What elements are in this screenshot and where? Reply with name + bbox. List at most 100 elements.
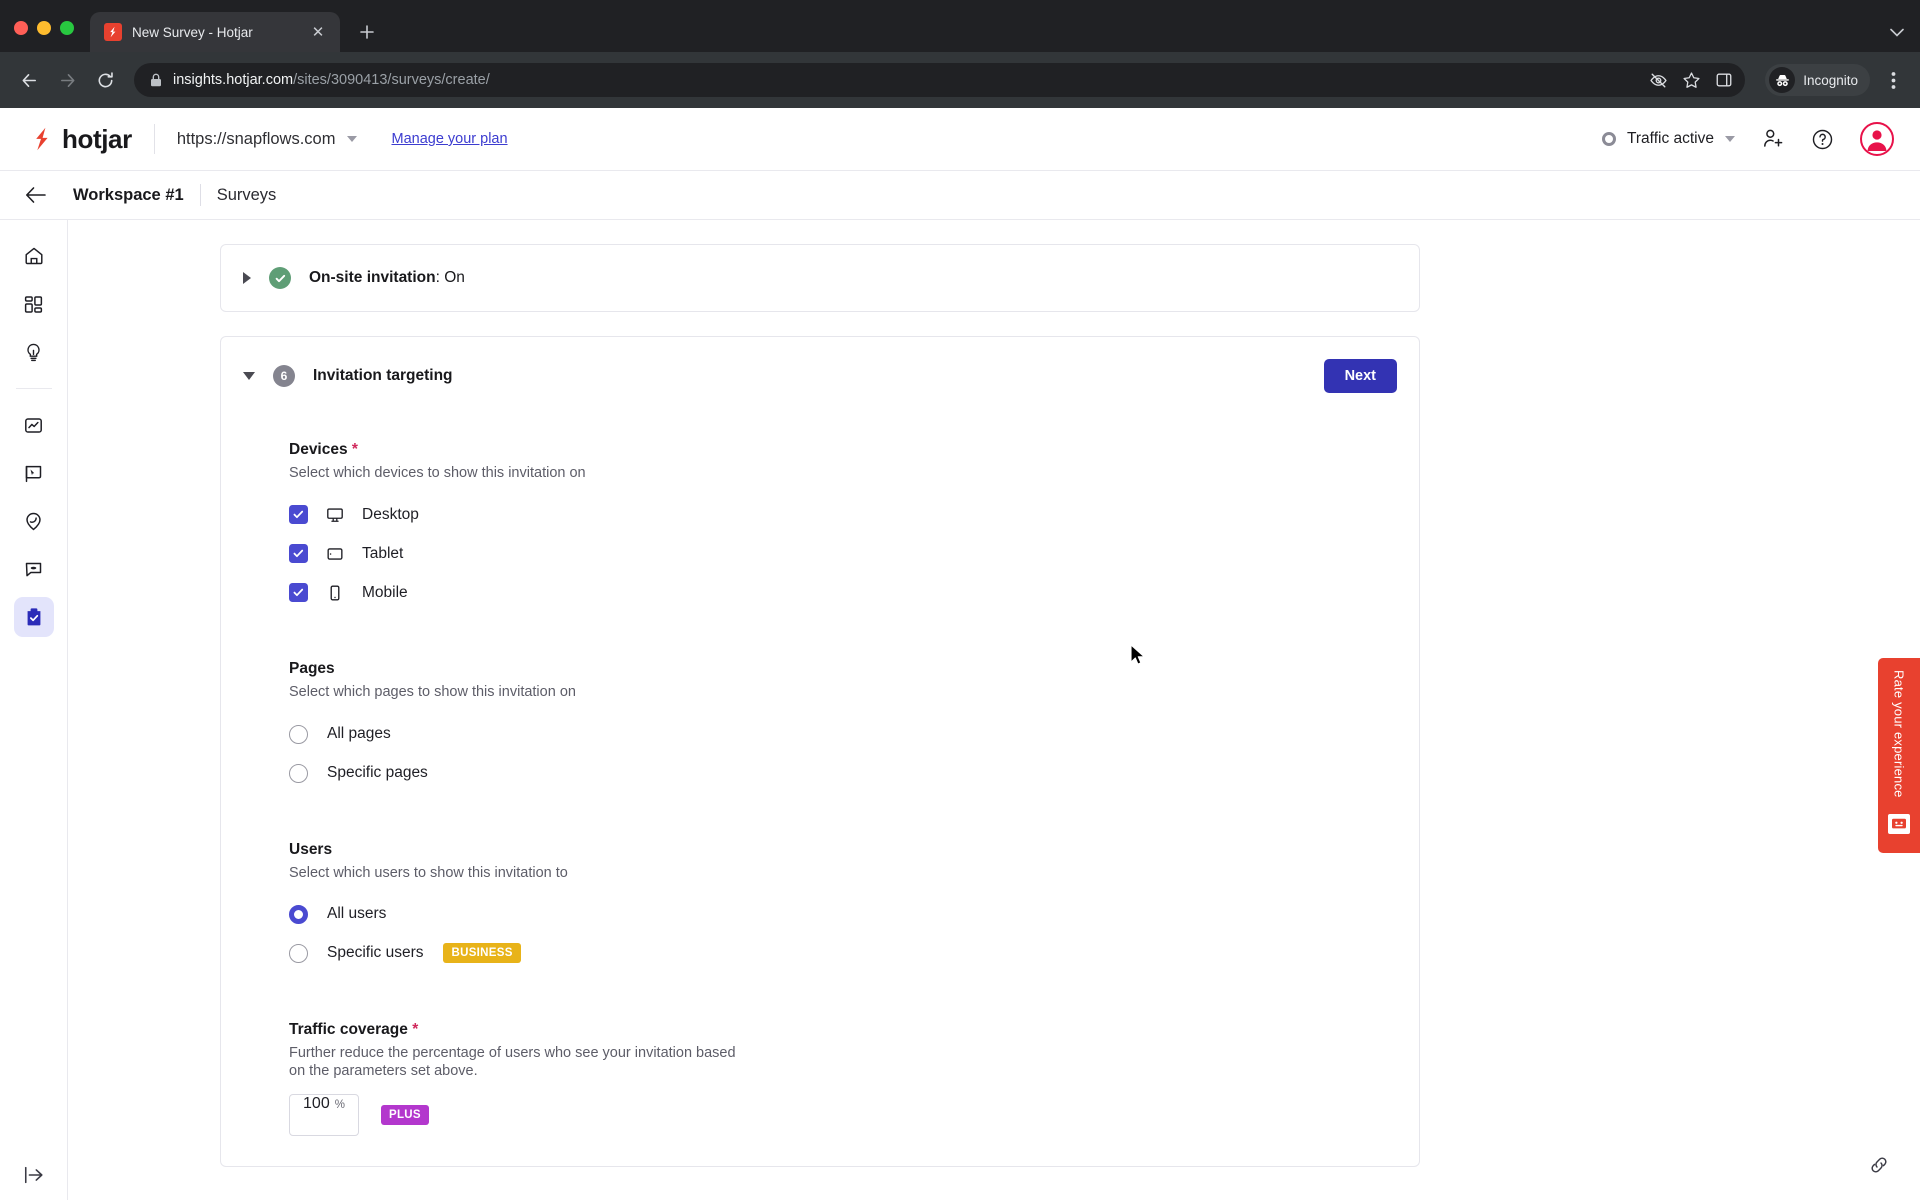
rate-experience-label: Rate your experience — [1891, 670, 1907, 798]
checkbox-row-mobile[interactable]: Mobile — [289, 573, 1397, 612]
lock-icon — [150, 73, 162, 87]
next-button[interactable]: Next — [1323, 359, 1397, 393]
eye-crossed-icon[interactable] — [1649, 71, 1668, 90]
sidebar-item-insights[interactable] — [14, 332, 54, 372]
sidebar-item-dashboard[interactable] — [14, 284, 54, 324]
check-circle-icon — [269, 267, 291, 289]
card-onsite-header[interactable]: On-site invitation: On — [221, 245, 1419, 311]
percent-sign: % — [334, 1099, 345, 1112]
traffic-coverage-controls: 100 % PLUS — [289, 1094, 1397, 1137]
checkbox-label-tablet: Tablet — [362, 544, 404, 562]
kebab-menu-icon[interactable] — [1878, 63, 1908, 97]
traffic-status-label: Traffic active — [1627, 130, 1714, 147]
card-targeting-header[interactable]: 6 Invitation targeting Next — [221, 337, 1419, 415]
radio-all-users[interactable] — [289, 904, 308, 924]
sidebar-item-home[interactable] — [14, 236, 54, 276]
browser-tabstrip: New Survey - Hotjar ✕ — [0, 0, 1920, 52]
checkbox-desktop[interactable] — [289, 505, 308, 525]
checkbox-row-tablet[interactable]: Tablet — [289, 534, 1397, 573]
mobile-icon — [325, 584, 345, 602]
chevron-down-icon — [347, 136, 358, 142]
checkbox-row-desktop[interactable]: Desktop — [289, 495, 1397, 534]
url-path: /sites/3090413/surveys/create/ — [293, 72, 490, 88]
card-onsite-title-bold: On-site invitation — [309, 269, 436, 286]
checkbox-mobile[interactable] — [289, 583, 308, 603]
radio-all-pages[interactable] — [289, 724, 308, 744]
users-hint: Select which users to show this invitati… — [289, 864, 568, 881]
profile-label: Incognito — [1803, 72, 1858, 88]
breadcrumb: Workspace #1 Surveys — [0, 171, 1920, 220]
users-label: Users — [289, 840, 333, 858]
traffic-coverage-input[interactable]: 100 % — [289, 1094, 359, 1137]
chevron-down-icon — [1725, 136, 1735, 142]
profile-incognito-button[interactable]: Incognito — [1765, 64, 1870, 96]
pages-label: Pages — [289, 660, 335, 678]
field-pages: Pages Select which pages to show this in… — [289, 660, 1397, 792]
traffic-coverage-label-text: Traffic coverage — [289, 1020, 408, 1038]
window-close-button[interactable] — [14, 21, 28, 35]
radio-row-specific-users[interactable]: Specific users BUSINESS — [289, 934, 1397, 973]
reload-icon[interactable] — [88, 63, 122, 97]
traffic-coverage-label: Traffic coverage * — [289, 1021, 1397, 1039]
radio-row-all-users[interactable]: All users — [289, 895, 1397, 934]
breadcrumb-workspace[interactable]: Workspace #1 — [73, 186, 184, 205]
browser-tab[interactable]: New Survey - Hotjar ✕ — [90, 12, 340, 52]
card-onsite-invitation: On-site invitation: On — [220, 244, 1420, 312]
radio-label-specific-pages: Specific pages — [327, 764, 428, 782]
side-panel-icon[interactable] — [1715, 71, 1733, 89]
window-maximize-button[interactable] — [60, 21, 74, 35]
app-header: hotjar https://snapflows.com Manage your… — [0, 108, 1920, 171]
site-url-label: https://snapflows.com — [176, 129, 336, 148]
sidebar-item-heatmaps[interactable] — [14, 453, 54, 493]
sidebar-collapse-button[interactable] — [0, 1164, 67, 1186]
back-arrow-icon[interactable] — [12, 63, 46, 97]
checkbox-tablet[interactable] — [289, 544, 308, 564]
link-icon[interactable] — [1864, 1150, 1894, 1180]
sidebar — [0, 220, 68, 1200]
app-header-right: Traffic active — [1602, 122, 1894, 156]
sidebar-item-surveys[interactable] — [13, 597, 54, 637]
traffic-status-selector[interactable]: Traffic active — [1602, 130, 1735, 148]
tab-list-chevron-down-icon[interactable] — [1890, 25, 1904, 40]
radio-specific-pages[interactable] — [289, 763, 308, 783]
breadcrumb-section[interactable]: Surveys — [217, 186, 277, 205]
field-users: Users Select which users to show this in… — [289, 841, 1397, 973]
avatar[interactable] — [1860, 122, 1894, 156]
triangle-right-icon[interactable] — [243, 272, 251, 284]
triangle-down-icon[interactable] — [243, 372, 255, 380]
sidebar-item-recordings[interactable] — [14, 501, 54, 541]
window-minimize-button[interactable] — [37, 21, 51, 35]
address-bar[interactable]: insights.hotjar.com/sites/3090413/survey… — [134, 63, 1746, 97]
site-selector[interactable]: https://snapflows.com — [177, 130, 358, 149]
close-icon[interactable]: ✕ — [308, 22, 328, 42]
required-asterisk: * — [412, 1020, 419, 1038]
card-targeting-title: Invitation targeting — [313, 367, 453, 384]
forward-arrow-icon[interactable] — [50, 63, 84, 97]
card-invitation-targeting: 6 Invitation targeting Next Devices * Se… — [220, 336, 1420, 1168]
rate-experience-tab[interactable]: Rate your experience — [1878, 658, 1920, 853]
main-content: On-site invitation: On 6 Invitation targ… — [68, 220, 1920, 1200]
arrow-left-icon[interactable] — [22, 186, 50, 204]
hotjar-logo[interactable]: hotjar — [32, 124, 132, 155]
add-user-icon[interactable] — [1761, 127, 1785, 151]
star-icon[interactable] — [1682, 71, 1701, 90]
manage-plan-link[interactable]: Manage your plan — [391, 131, 507, 147]
devices-label: Devices * — [289, 441, 1397, 459]
radio-label-all-users: All users — [327, 905, 387, 923]
badge-business: BUSINESS — [443, 943, 521, 964]
field-devices: Devices * Select which devices to show t… — [289, 441, 1397, 612]
address-bar-url: insights.hotjar.com/sites/3090413/survey… — [173, 72, 490, 88]
radio-row-specific-pages[interactable]: Specific pages — [289, 754, 1397, 793]
radio-label-all-pages: All pages — [327, 725, 391, 743]
survey-editor: On-site invitation: On 6 Invitation targ… — [220, 244, 1420, 1168]
traffic-coverage-value: 100 — [303, 1095, 330, 1113]
help-circle-icon[interactable] — [1811, 128, 1834, 151]
radio-specific-users[interactable] — [289, 943, 308, 963]
sidebar-item-feedback[interactable] — [14, 549, 54, 589]
hotjar-favicon — [104, 23, 122, 41]
sidebar-item-trends[interactable] — [14, 405, 54, 445]
new-tab-button[interactable] — [352, 17, 382, 47]
page-body: On-site invitation: On 6 Invitation targ… — [0, 220, 1920, 1200]
radio-row-all-pages[interactable]: All pages — [289, 715, 1397, 754]
browser-window: New Survey - Hotjar ✕ insights.hotjar.co… — [0, 0, 1920, 1200]
